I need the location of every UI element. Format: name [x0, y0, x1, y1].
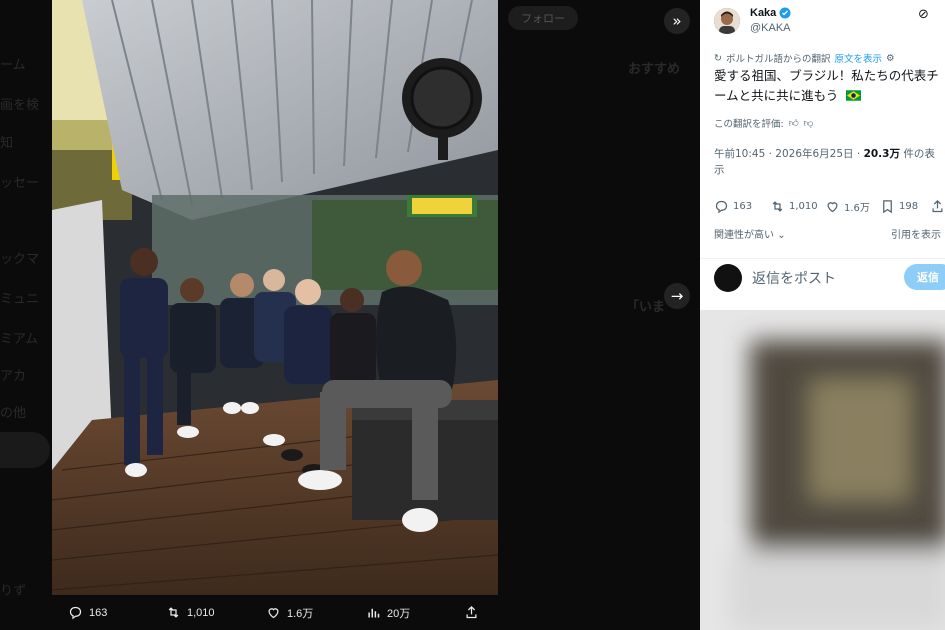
- bookmark-icon: [883, 200, 892, 214]
- tweet-detail-panel: Kaka @KAKA ⊘ ↻ ポルトガル語からの翻訳 原文を表示 ⚙ 愛する祖国…: [700, 0, 945, 630]
- retweet-action[interactable]: 1,010: [166, 595, 215, 630]
- like-icon: [827, 202, 838, 213]
- ghost-post-button: [0, 432, 50, 468]
- ghost-follow-button: フォロー: [508, 6, 578, 30]
- settings-icon[interactable]: ⚙: [886, 53, 895, 64]
- retweet-icon: [168, 607, 179, 618]
- ghost-text: おすすめ: [628, 62, 681, 77]
- rate-translation: この翻訳を評価: 👍︎ 👎︎: [714, 116, 813, 130]
- tweet-text-line: 愛する祖国、ブラジル！私たちの代表チ: [714, 68, 939, 83]
- thumbs-down-icon[interactable]: 👎︎: [804, 117, 814, 129]
- reply-action[interactable]: 163: [68, 595, 107, 630]
- verified-badge-icon: [779, 7, 791, 19]
- bookmark-stat[interactable]: 198: [880, 199, 930, 214]
- like-count: 1.6万: [287, 607, 314, 620]
- arrow-right-icon[interactable]: →: [664, 283, 690, 309]
- tweet: Kaka @KAKA ⊘ ↻ ポルトガル語からの翻訳 原文を表示 ⚙ 愛する祖国…: [700, 0, 945, 310]
- translation-notice: ↻ ポルトガル語からの翻訳 原文を表示 ⚙: [714, 51, 895, 66]
- reply-button[interactable]: 返信: [904, 264, 945, 290]
- like-action[interactable]: 1.6万: [266, 595, 313, 630]
- reply-icon: [69, 606, 82, 620]
- ghost-text: 知: [0, 136, 14, 151]
- bookmark-count: 198: [899, 201, 919, 212]
- reply-icon: [715, 200, 728, 214]
- views-action[interactable]: 20万: [366, 595, 410, 630]
- avatar: [714, 264, 742, 292]
- avatar[interactable]: [714, 8, 740, 34]
- timestamp[interactable]: 午前10:45 · 2026年6月25日 ·: [714, 148, 864, 160]
- relevance-label: 関連性が高い: [714, 230, 774, 241]
- photo-illustration: [52, 0, 498, 595]
- user-handle[interactable]: @KAKA: [750, 22, 791, 34]
- translate-icon: ↻: [714, 52, 722, 64]
- share-action[interactable]: [464, 595, 479, 630]
- translation-label: ポルトガル語からの翻訳: [725, 54, 831, 65]
- share-icon: [466, 605, 477, 619]
- retweet-stat[interactable]: 1,010: [770, 199, 825, 214]
- chevron-down-icon: ⌄: [777, 230, 786, 241]
- retweet-count: 1,010: [187, 606, 215, 619]
- like-count: 1.6万: [844, 203, 870, 214]
- tweet-meta: 午前10:45 · 2026年6月25日 · 20.3万 件の表 示: [714, 146, 942, 178]
- ghost-text: アカ: [0, 369, 27, 384]
- like-stat[interactable]: 1.6万: [825, 199, 880, 214]
- media-action-bar: 163 1,010 1.6万 20万: [0, 595, 700, 630]
- tweet-text: 愛する祖国、ブラジル！私たちの代表チ ームと共に共に進もう: [714, 66, 945, 106]
- reply-input[interactable]: 返信をポスト: [752, 268, 836, 288]
- like-icon: [268, 608, 279, 619]
- ghost-text: ッセー: [0, 176, 40, 191]
- ghost-text: ーム: [0, 58, 26, 73]
- retweet-icon: [772, 201, 783, 212]
- ghost-text: ミアム: [0, 332, 39, 347]
- tweet-text-line: ームと共に共に進もう: [714, 88, 839, 103]
- blurred-content: [700, 310, 945, 630]
- ghost-text: ミュニ: [0, 292, 40, 307]
- show-original-link[interactable]: 原文を表示: [834, 51, 882, 65]
- ghost-text: 「いま: [626, 300, 666, 315]
- grok-icon[interactable]: ⊘: [918, 7, 929, 22]
- thumbs-up-icon[interactable]: 👍︎: [789, 117, 799, 129]
- views-suffix: 件の表: [899, 148, 935, 160]
- ghost-text: 画を検: [0, 98, 40, 113]
- tweet-photo[interactable]: [52, 0, 498, 595]
- ghost-text: ックマ: [0, 252, 40, 267]
- display-name[interactable]: Kaka: [750, 7, 791, 19]
- relevance-sort[interactable]: 関連性が高い ⌄: [714, 226, 786, 241]
- views-suffix-line2: 示: [714, 164, 725, 176]
- reply-count: 163: [733, 201, 753, 212]
- double-chevron-right-icon[interactable]: »: [664, 8, 690, 34]
- ghost-text: の他: [0, 406, 27, 421]
- reply-stat[interactable]: 163: [714, 199, 770, 214]
- view-quotes-link[interactable]: 引用を表示: [891, 226, 941, 241]
- tweet-stats: 163 1,010 1.6万 198: [714, 199, 945, 214]
- reply-count: 163: [89, 606, 108, 619]
- retweet-count: 1,010: [789, 201, 818, 212]
- rate-label: この翻訳を評価:: [714, 119, 784, 130]
- reply-composer: 返信をポスト 返信: [700, 258, 945, 295]
- views-count: 20万: [387, 607, 411, 620]
- view-count: 20.3万: [863, 148, 900, 160]
- views-icon: [368, 608, 380, 618]
- media-viewer: ーム 画を検 知 ッセー ックマ ミュニ ミアム アカ の他 おすすめ 「いま …: [0, 0, 700, 630]
- display-name-text: Kaka: [750, 7, 777, 19]
- tweet-text-line-2: ームと共に共に進もう: [714, 86, 945, 106]
- share-icon: [932, 199, 943, 213]
- share-stat[interactable]: [930, 199, 945, 214]
- blurred-image: [700, 310, 945, 630]
- brazil-flag-icon: [846, 90, 862, 101]
